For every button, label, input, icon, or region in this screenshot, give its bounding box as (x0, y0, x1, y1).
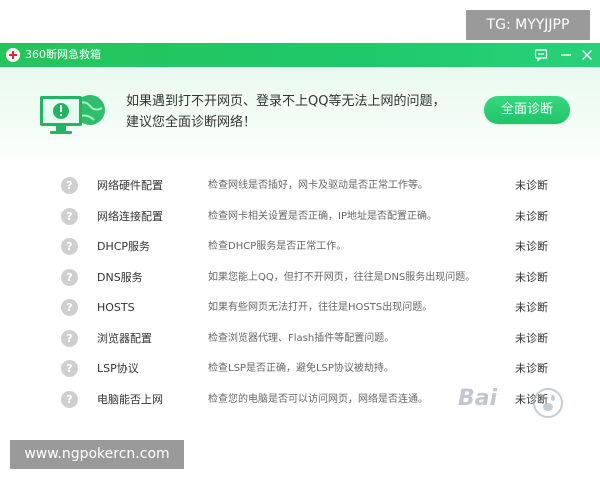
diagnosis-item-name: DNS服务 (97, 270, 143, 284)
monitor-globe-icon (38, 88, 110, 142)
screenshot-stage: TG: MYYJJPP 360断网急救箱 如果遇到打不开网页、登录不上QQ等无法… (0, 0, 600, 480)
diagnosis-row: ? 浏览器配置 检查浏览器代理、Flash插件等配置问题。 未诊断 (0, 324, 600, 355)
full-diagnose-button[interactable]: 全面诊断 (484, 96, 570, 124)
question-icon: ? (61, 390, 78, 408)
minimize-icon[interactable] (557, 46, 575, 64)
hero-panel: 如果遇到打不开网页、登录不上QQ等无法上网的问题， 建议您全面诊断网络！ 全面诊… (0, 67, 600, 159)
diagnosis-item-description: 检查DHCP服务是否正常工作。 (208, 241, 347, 252)
app-window: 360断网急救箱 如果遇到打不开网页、登录不上QQ等无法上网的问题， 建议您全面… (0, 43, 600, 480)
diagnosis-item-name: 电脑能否上网 (97, 392, 163, 406)
diagnosis-row: ? HOSTS 如果有些网页无法打开，往往是HOSTS出现问题。 未诊断 (0, 293, 600, 324)
tg-watermark: TG: MYYJJPP (466, 10, 590, 40)
diagnosis-item-status: 未诊断 (515, 301, 548, 314)
diagnosis-item-name: HOSTS (97, 301, 135, 314)
diagnosis-item-status: 未诊断 (515, 331, 548, 345)
question-icon: ? (61, 329, 78, 347)
diagnosis-item-description: 检查浏览器代理、Flash插件等配置问题。 (208, 332, 395, 344)
site-watermark: www.ngpokercn.com (10, 440, 184, 469)
diagnosis-item-name: 网络硬件配置 (97, 179, 163, 192)
diagnosis-item-name: 浏览器配置 (97, 331, 152, 345)
question-icon: ? (61, 268, 78, 286)
hero-line-1: 如果遇到打不开网页、登录不上QQ等无法上网的问题， (126, 94, 446, 109)
close-icon[interactable] (578, 46, 596, 64)
diagnosis-item-description: 检查您的电脑是否可以访问网页，网络是否连通。 (208, 393, 428, 405)
diagnosis-row: ? DHCP服务 检查DHCP服务是否正常工作。 未诊断 (0, 232, 600, 263)
diagnosis-item-name: DHCP服务 (97, 240, 151, 253)
diagnosis-item-status: 未诊断 (515, 179, 548, 192)
diagnosis-item-name: 网络连接配置 (97, 209, 163, 223)
diagnosis-item-name: LSP协议 (97, 362, 139, 375)
diagnosis-row: ? LSP协议 检查LSP是否正确，避免LSP协议被劫持。 未诊断 (0, 354, 600, 385)
diagnosis-item-description: 如果您能上QQ，但打不开网页，往往是DNS服务出现问题。 (208, 271, 476, 283)
diagnosis-row: ? DNS服务 如果您能上QQ，但打不开网页，往往是DNS服务出现问题。 未诊断 (0, 263, 600, 294)
question-icon: ? (61, 299, 78, 316)
diagnosis-item-status: 未诊断 (515, 240, 548, 253)
diagnosis-item-status: 未诊断 (515, 270, 548, 284)
diagnosis-item-status: 未诊断 (515, 362, 548, 375)
question-icon: ? (61, 238, 78, 255)
baidu-watermark-text: Bai (458, 386, 498, 411)
red-cross-logo-icon (6, 48, 20, 62)
diagnosis-item-description: 如果有些网页无法打开，往往是HOSTS出现问题。 (208, 302, 433, 313)
diagnosis-item-description: 检查网卡相关设置是否正确，IP地址是否配置正确。 (208, 210, 437, 222)
question-icon: ? (61, 207, 78, 225)
question-icon: ? (61, 360, 78, 377)
hero-line-2: 建议您全面诊断网络！ (126, 115, 257, 130)
hero-message: 如果遇到打不开网页、登录不上QQ等无法上网的问题， 建议您全面诊断网络！ (126, 91, 466, 133)
title-bar: 360断网急救箱 (0, 43, 600, 67)
chat-icon[interactable] (532, 46, 550, 64)
diagnosis-row: ? 网络硬件配置 检查网线是否插好，网卡及驱动是否正常工作等。 未诊断 (0, 171, 600, 202)
question-icon: ? (61, 177, 78, 194)
diagnosis-item-description: 检查LSP是否正确，避免LSP协议被劫持。 (208, 363, 394, 374)
diagnosis-list: ? 网络硬件配置 检查网线是否插好，网卡及驱动是否正常工作等。 未诊断? 网络连接配置检… (0, 171, 600, 415)
diagnosis-row: ? 网络连接配置 检查网卡相关设置是否正确，IP地址是否配置正确。 未诊断 (0, 202, 600, 233)
diagnosis-item-description: 检查网线是否插好，网卡及驱动是否正常工作等。 (208, 180, 428, 191)
diagnosis-item-status: 未诊断 (515, 209, 548, 223)
window-title: 360断网急救箱 (25, 48, 101, 61)
